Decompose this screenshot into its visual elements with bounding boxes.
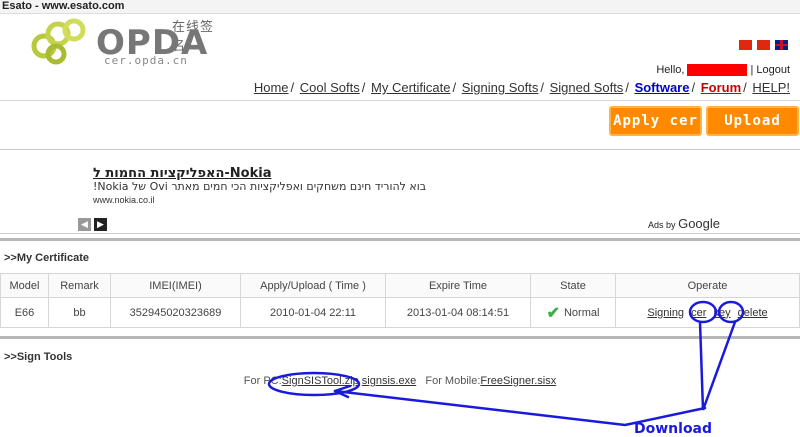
nav-forum[interactable]: Forum bbox=[701, 80, 741, 95]
upload-cer-button[interactable]: Upload cer bbox=[706, 106, 799, 155]
delete-link[interactable]: delete bbox=[738, 307, 768, 319]
ad-url[interactable]: www.nokia.co.il bbox=[93, 195, 155, 205]
main-nav: Home / Cool Softs / My Certificate / Signin… bbox=[253, 80, 790, 95]
section-divider bbox=[0, 238, 800, 241]
section-divider bbox=[0, 336, 800, 339]
traditional-chinese-flag-icon[interactable] bbox=[757, 40, 770, 50]
arrow-line-annotation bbox=[333, 389, 707, 427]
col-imei: IMEI(IMEI) bbox=[110, 273, 241, 298]
table-header-row: Model Remark IMEI(IMEI) Apply/Upload ( T… bbox=[0, 273, 800, 298]
nav-home[interactable]: Home bbox=[254, 80, 289, 95]
opda-logo[interactable]: 在线签名 OPDA cer.opda.cn bbox=[30, 16, 220, 68]
sign-tools-links: For PC:SignSISTool.zip signsis.exe For M… bbox=[0, 375, 800, 387]
apply-cer-button[interactable]: Apply cer bbox=[609, 106, 702, 136]
pc-label: For PC: bbox=[243, 375, 282, 387]
nav-software[interactable]: Software bbox=[635, 80, 690, 95]
cell-remark: bb bbox=[48, 297, 111, 328]
signing-link[interactable]: Signing bbox=[647, 307, 684, 319]
cell-model: E66 bbox=[0, 297, 49, 328]
col-model: Model bbox=[0, 273, 49, 298]
ad-prev-arrow-icon[interactable]: ◀ bbox=[78, 218, 91, 231]
window-title: Esato - www.esato.com bbox=[0, 0, 800, 14]
col-state: State bbox=[530, 273, 616, 298]
cell-expire-time: 2013-01-04 08:14:51 bbox=[385, 297, 531, 328]
cell-state: ✔ Normal bbox=[530, 297, 616, 328]
nav-cool-softs[interactable]: Cool Softs bbox=[300, 80, 360, 95]
google-ad-banner[interactable]: Nokia-האפליקציות החמות ל בוא להוריד חינם… bbox=[0, 149, 800, 234]
user-greeting: Hello, | Logout bbox=[656, 64, 790, 76]
uk-flag-icon[interactable] bbox=[775, 40, 788, 50]
ad-text: בוא להוריד חינם משחקים ואפליקציות הכי חמ… bbox=[93, 180, 427, 193]
col-expire-time: Expire Time bbox=[385, 273, 531, 298]
cell-operate: Signing cer key delete bbox=[615, 297, 800, 328]
nav-help[interactable]: HELP! bbox=[752, 80, 790, 95]
hello-label: Hello, bbox=[656, 64, 685, 76]
nav-my-certificate[interactable]: My Certificate bbox=[371, 80, 450, 95]
signsistool-link[interactable]: SignSISTool.zip bbox=[282, 375, 359, 387]
table-row: E66 bb 352945020323689 2010-01-04 22:11 … bbox=[0, 297, 800, 328]
cell-apply-time: 2010-01-04 22:11 bbox=[240, 297, 386, 328]
logout-link[interactable]: | Logout bbox=[750, 64, 790, 76]
download-annotation-label: Download bbox=[634, 421, 713, 437]
freesigner-link[interactable]: FreeSigner.sisx bbox=[480, 375, 556, 387]
mobile-label: For Mobile: bbox=[425, 375, 481, 387]
my-certificate-title: >>My Certificate bbox=[4, 252, 89, 264]
certificate-table: Model Remark IMEI(IMEI) Apply/Upload ( T… bbox=[0, 273, 800, 328]
key-download-link[interactable]: key bbox=[713, 307, 730, 319]
cell-imei: 352945020323689 bbox=[110, 297, 241, 328]
ad-next-arrow-icon[interactable]: ▶ bbox=[94, 218, 107, 231]
header-divider bbox=[0, 100, 800, 101]
arrowhead-annotation bbox=[333, 384, 352, 399]
redacted-username bbox=[687, 64, 748, 76]
ad-title[interactable]: Nokia-האפליקציות החמות ל bbox=[93, 166, 271, 181]
cer-download-link[interactable]: cer bbox=[691, 307, 706, 319]
logo-rings-icon bbox=[31, 18, 86, 65]
nav-signing-softs[interactable]: Signing Softs bbox=[462, 80, 539, 95]
col-operate: Operate bbox=[615, 273, 800, 298]
signsis-exe-link[interactable]: signsis.exe bbox=[362, 375, 416, 387]
logo-url: cer.opda.cn bbox=[104, 54, 188, 67]
col-apply-time: Apply/Upload ( Time ) bbox=[240, 273, 386, 298]
sign-tools-title: >>Sign Tools bbox=[4, 351, 73, 363]
ads-by-google[interactable]: Ads by Google bbox=[648, 216, 720, 231]
china-flag-icon[interactable] bbox=[739, 40, 752, 50]
checkmark-icon: ✔ bbox=[546, 304, 560, 322]
state-label: Normal bbox=[563, 306, 600, 319]
col-remark: Remark bbox=[48, 273, 111, 298]
language-flags bbox=[739, 40, 788, 50]
nav-signed-softs[interactable]: Signed Softs bbox=[550, 80, 624, 95]
